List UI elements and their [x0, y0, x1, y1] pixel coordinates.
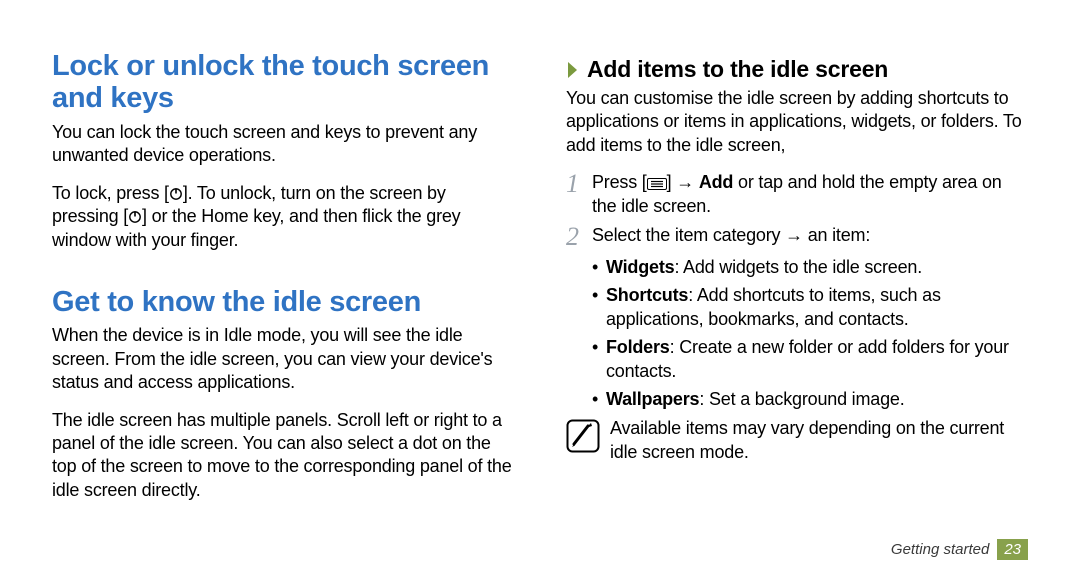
- list-item: Shortcuts: Add shortcuts to items, such …: [592, 284, 1028, 331]
- footer-chapter: Getting started: [891, 541, 989, 558]
- paragraph-add-intro: You can customise the idle screen by add…: [566, 87, 1028, 157]
- step-1: 1 Press [] → Add or tap and hold the emp…: [566, 171, 1028, 218]
- text-fragment: : Set a background image.: [699, 389, 904, 409]
- note-icon: [566, 419, 600, 453]
- bullet-list: Widgets: Add widgets to the idle screen.…: [566, 256, 1028, 411]
- note-text: Available items may vary depending on th…: [610, 417, 1028, 464]
- menu-icon: [647, 178, 667, 190]
- subheading-add-items: Add items to the idle screen: [566, 56, 1028, 83]
- footer-page-number: 23: [997, 539, 1028, 560]
- left-column: Lock or unlock the touch screen and keys…: [52, 50, 540, 556]
- power-icon: [169, 187, 183, 201]
- heading-idle-screen: Get to know the idle screen: [52, 286, 514, 318]
- list-item: Widgets: Add widgets to the idle screen.: [592, 256, 1028, 279]
- bold-shortcuts: Shortcuts: [606, 285, 688, 305]
- step-body: Select the item category → an item:: [592, 224, 870, 247]
- step-number: 1: [566, 171, 592, 197]
- paragraph-idle-panels: The idle screen has multiple panels. Scr…: [52, 409, 514, 503]
- steps-list: 1 Press [] → Add or tap and hold the emp…: [566, 171, 1028, 250]
- bold-folders: Folders: [606, 337, 670, 357]
- text-fragment: Press [: [592, 172, 647, 192]
- note-row: Available items may vary depending on th…: [566, 417, 1028, 464]
- text-fragment: To lock, press [: [52, 183, 169, 203]
- paragraph-idle-intro: When the device is in Idle mode, you wil…: [52, 324, 514, 394]
- heading-lock-unlock: Lock or unlock the touch screen and keys: [52, 50, 514, 115]
- list-item: Folders: Create a new folder or add fold…: [592, 336, 1028, 383]
- bold-wallpapers: Wallpapers: [606, 389, 699, 409]
- paragraph-lock-intro: You can lock the touch screen and keys t…: [52, 121, 514, 168]
- page-footer: Getting started 23: [891, 539, 1028, 560]
- paragraph-lock-howto: To lock, press []. To unlock, turn on th…: [52, 182, 514, 252]
- right-column: Add items to the idle screen You can cus…: [540, 50, 1028, 556]
- step-body: Press [] → Add or tap and hold the empty…: [592, 171, 1028, 218]
- text-fragment: : Add widgets to the idle screen.: [674, 257, 922, 277]
- chevron-right-icon: [566, 60, 581, 80]
- bold-add: Add: [699, 172, 733, 192]
- subheading-text: Add items to the idle screen: [587, 56, 888, 83]
- page: Lock or unlock the touch screen and keys…: [0, 0, 1080, 586]
- bold-widgets: Widgets: [606, 257, 674, 277]
- power-icon: [128, 210, 142, 224]
- text-fragment: ] →: [667, 172, 699, 192]
- step-2: 2 Select the item category → an item:: [566, 224, 1028, 250]
- list-item: Wallpapers: Set a background image.: [592, 388, 1028, 411]
- step-number: 2: [566, 224, 592, 250]
